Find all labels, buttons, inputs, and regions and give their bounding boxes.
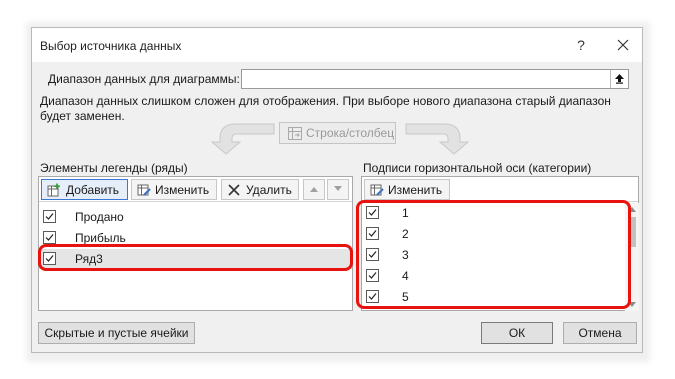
axis-labels-label: Подписи горизонтальной оси (категории) bbox=[363, 161, 592, 175]
chart-range-input[interactable] bbox=[241, 69, 629, 89]
title-bar: Выбор источника данных ? bbox=[32, 28, 642, 62]
collapse-range-button[interactable] bbox=[610, 70, 628, 88]
close-button[interactable] bbox=[612, 34, 634, 56]
add-series-button[interactable]: Добавить bbox=[41, 179, 128, 200]
legend-item-label: Прибыль bbox=[75, 231, 126, 245]
close-icon bbox=[617, 39, 629, 51]
legend-item-label: Продано bbox=[75, 210, 124, 224]
delete-series-button[interactable]: Удалить bbox=[221, 179, 299, 200]
series-highlight-frame bbox=[38, 244, 353, 271]
arrow-down-icon bbox=[334, 186, 342, 191]
add-series-icon bbox=[47, 183, 60, 197]
legend-item[interactable]: Продано bbox=[39, 207, 352, 227]
checkmark-icon bbox=[45, 234, 54, 241]
delete-series-label: Удалить bbox=[246, 183, 292, 197]
legend-item-checkbox[interactable] bbox=[43, 231, 56, 244]
edit-axis-icon bbox=[370, 184, 384, 196]
move-down-button[interactable] bbox=[327, 179, 349, 200]
edit-series-button[interactable]: Изменить bbox=[131, 179, 217, 200]
switch-row-column-icon bbox=[288, 127, 302, 140]
checkmark-icon bbox=[45, 213, 54, 220]
range-warning-text: Диапазон данных слишком сложен для отобр… bbox=[40, 94, 611, 123]
chart-range-label: Диапазон данных для диаграммы: bbox=[48, 72, 240, 86]
categories-highlight-frame bbox=[356, 200, 631, 309]
delete-icon bbox=[228, 184, 240, 196]
curved-arrow-left-icon bbox=[210, 123, 275, 155]
move-up-button[interactable] bbox=[303, 179, 325, 200]
select-data-source-dialog: Выбор источника данных ? Диапазон данных… bbox=[31, 27, 643, 353]
dialog-title: Выбор источника данных bbox=[40, 39, 182, 53]
ok-button[interactable]: ОК bbox=[481, 322, 553, 344]
switch-row-column-label: Строка/столбец bbox=[306, 126, 395, 140]
legend-entries-label: Элементы легенды (ряды) bbox=[40, 161, 188, 175]
legend-item-checkbox[interactable] bbox=[43, 210, 56, 223]
edit-series-label: Изменить bbox=[155, 183, 210, 197]
switch-row-column-button[interactable]: Строка/столбец bbox=[279, 122, 396, 144]
help-button[interactable]: ? bbox=[571, 35, 591, 55]
edit-axis-labels-button[interactable]: Изменить bbox=[364, 179, 450, 200]
axis-toolbar: Изменить bbox=[362, 177, 638, 202]
curved-arrow-right-icon bbox=[405, 123, 470, 155]
collapse-range-icon bbox=[615, 74, 624, 84]
edit-axis-labels-label: Изменить bbox=[388, 183, 443, 197]
add-series-label: Добавить bbox=[66, 183, 120, 197]
hidden-empty-cells-button[interactable]: Скрытые и пустые ячейки bbox=[38, 322, 195, 344]
cancel-button[interactable]: Отмена bbox=[563, 322, 637, 344]
legend-toolbar: Добавить Изменить Удалить bbox=[39, 177, 352, 202]
edit-series-icon bbox=[137, 184, 151, 196]
arrow-up-icon bbox=[310, 187, 318, 192]
